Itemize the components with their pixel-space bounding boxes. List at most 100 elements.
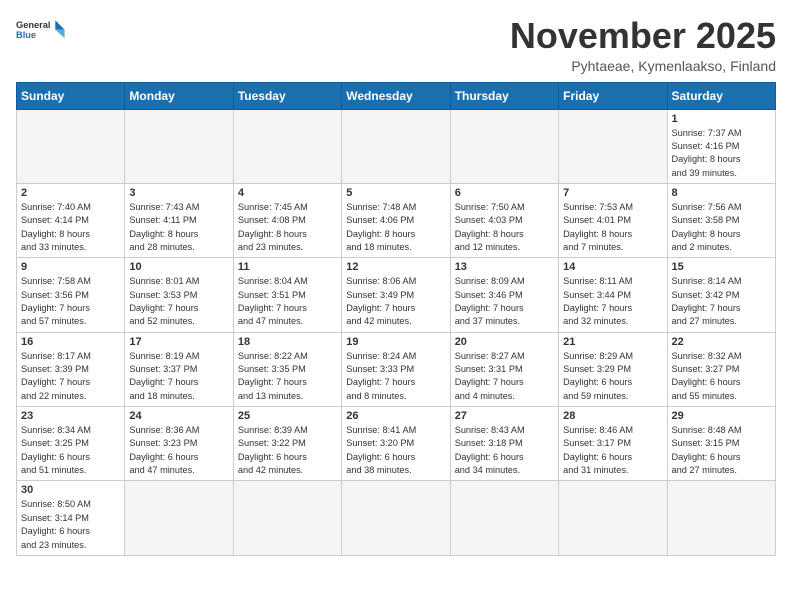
calendar-cell: 17 Sunrise: 8:19 AM Sunset: 3:37 PM Dayli… bbox=[125, 332, 233, 406]
calendar-cell: 8Sunrise: 7:56 AM Sunset: 3:58 PM Daylig… bbox=[667, 183, 775, 257]
calendar-week-row: 9 Sunrise: 7:58 AM Sunset: 3:56 PM Daylig… bbox=[17, 258, 776, 332]
day-number: 9 bbox=[21, 261, 120, 273]
calendar-table: SundayMondayTuesdayWednesdayThursdayFrid… bbox=[16, 82, 776, 556]
calendar-cell: 24Sunrise: 8:36 AM Sunset: 3:23 PM Dayli… bbox=[125, 407, 233, 481]
svg-text:General: General bbox=[16, 20, 51, 30]
day-number: 18 bbox=[238, 336, 337, 348]
calendar-cell: 9 Sunrise: 7:58 AM Sunset: 3:56 PM Daylig… bbox=[17, 258, 125, 332]
calendar-cell bbox=[667, 481, 775, 555]
day-info: Sunrise: 7:58 AM Sunset: 3:56 PM Dayligh… bbox=[21, 275, 120, 328]
day-info: Sunrise: 8:22 AM Sunset: 3:35 PM Dayligh… bbox=[238, 350, 337, 403]
calendar-cell: 11Sunrise: 8:04 AM Sunset: 3:51 PM Dayli… bbox=[233, 258, 341, 332]
day-number: 21 bbox=[563, 336, 662, 348]
calendar-week-row: 16 Sunrise: 8:17 AM Sunset: 3:39 PM Dayli… bbox=[17, 332, 776, 406]
calendar-cell: 12Sunrise: 8:06 AM Sunset: 3:49 PM Dayli… bbox=[342, 258, 450, 332]
day-number: 26 bbox=[346, 410, 445, 422]
day-info: Sunrise: 8:46 AM Sunset: 3:17 PM Dayligh… bbox=[563, 424, 662, 477]
calendar-cell: 1 Sunrise: 7:37 AM Sunset: 4:16 PM Daylig… bbox=[667, 109, 775, 183]
calendar-week-row: 1 Sunrise: 7:37 AM Sunset: 4:16 PM Daylig… bbox=[17, 109, 776, 183]
calendar-cell bbox=[559, 109, 667, 183]
location-title: Pyhtaeae, Kymenlaakso, Finland bbox=[510, 58, 776, 74]
calendar-cell: 16 Sunrise: 8:17 AM Sunset: 3:39 PM Dayli… bbox=[17, 332, 125, 406]
day-info: Sunrise: 7:56 AM Sunset: 3:58 PM Dayligh… bbox=[672, 201, 771, 254]
calendar-cell: 30Sunrise: 8:50 AM Sunset: 3:14 PM Dayli… bbox=[17, 481, 125, 555]
calendar-cell: 10 Sunrise: 8:01 AM Sunset: 3:53 PM Dayli… bbox=[125, 258, 233, 332]
calendar-cell bbox=[559, 481, 667, 555]
day-info: Sunrise: 7:50 AM Sunset: 4:03 PM Dayligh… bbox=[455, 201, 554, 254]
day-number: 2 bbox=[21, 187, 120, 199]
day-info: Sunrise: 8:32 AM Sunset: 3:27 PM Dayligh… bbox=[672, 350, 771, 403]
day-info: Sunrise: 8:01 AM Sunset: 3:53 PM Dayligh… bbox=[129, 275, 228, 328]
day-number: 14 bbox=[563, 261, 662, 273]
day-number: 27 bbox=[455, 410, 554, 422]
day-number: 4 bbox=[238, 187, 337, 199]
day-number: 7 bbox=[563, 187, 662, 199]
calendar-cell: 20 Sunrise: 8:27 AM Sunset: 3:31 PM Dayli… bbox=[450, 332, 558, 406]
day-info: Sunrise: 7:53 AM Sunset: 4:01 PM Dayligh… bbox=[563, 201, 662, 254]
day-info: Sunrise: 8:11 AM Sunset: 3:44 PM Dayligh… bbox=[563, 275, 662, 328]
weekday-header-monday: Monday bbox=[125, 82, 233, 109]
day-info: Sunrise: 8:41 AM Sunset: 3:20 PM Dayligh… bbox=[346, 424, 445, 477]
calendar-cell bbox=[450, 109, 558, 183]
calendar-cell: 19Sunrise: 8:24 AM Sunset: 3:33 PM Dayli… bbox=[342, 332, 450, 406]
day-number: 13 bbox=[455, 261, 554, 273]
calendar-week-row: 30Sunrise: 8:50 AM Sunset: 3:14 PM Dayli… bbox=[17, 481, 776, 555]
calendar-week-row: 2 Sunrise: 7:40 AM Sunset: 4:14 PM Daylig… bbox=[17, 183, 776, 257]
day-number: 17 bbox=[129, 336, 228, 348]
calendar-cell: 28 Sunrise: 8:46 AM Sunset: 3:17 PM Dayli… bbox=[559, 407, 667, 481]
day-info: Sunrise: 8:36 AM Sunset: 3:23 PM Dayligh… bbox=[129, 424, 228, 477]
calendar-cell: 18 Sunrise: 8:22 AM Sunset: 3:35 PM Dayli… bbox=[233, 332, 341, 406]
calendar-cell bbox=[342, 109, 450, 183]
weekday-header-thursday: Thursday bbox=[450, 82, 558, 109]
day-info: Sunrise: 8:17 AM Sunset: 3:39 PM Dayligh… bbox=[21, 350, 120, 403]
day-number: 1 bbox=[672, 113, 771, 125]
day-number: 20 bbox=[455, 336, 554, 348]
day-info: Sunrise: 8:39 AM Sunset: 3:22 PM Dayligh… bbox=[238, 424, 337, 477]
day-number: 16 bbox=[21, 336, 120, 348]
day-number: 23 bbox=[21, 410, 120, 422]
calendar-cell bbox=[17, 109, 125, 183]
calendar-cell: 29 Sunrise: 8:48 AM Sunset: 3:15 PM Dayli… bbox=[667, 407, 775, 481]
day-info: Sunrise: 7:43 AM Sunset: 4:11 PM Dayligh… bbox=[129, 201, 228, 254]
page-header: General Blue November 2025 Pyhtaeae, Kym… bbox=[16, 16, 776, 74]
month-title: November 2025 bbox=[510, 16, 776, 56]
day-info: Sunrise: 8:43 AM Sunset: 3:18 PM Dayligh… bbox=[455, 424, 554, 477]
day-info: Sunrise: 8:19 AM Sunset: 3:37 PM Dayligh… bbox=[129, 350, 228, 403]
day-info: Sunrise: 7:37 AM Sunset: 4:16 PM Dayligh… bbox=[672, 127, 771, 180]
day-info: Sunrise: 7:40 AM Sunset: 4:14 PM Dayligh… bbox=[21, 201, 120, 254]
calendar-cell: 23 Sunrise: 8:34 AM Sunset: 3:25 PM Dayli… bbox=[17, 407, 125, 481]
calendar-cell bbox=[233, 481, 341, 555]
day-number: 15 bbox=[672, 261, 771, 273]
calendar-cell: 22Sunrise: 8:32 AM Sunset: 3:27 PM Dayli… bbox=[667, 332, 775, 406]
day-number: 11 bbox=[238, 261, 337, 273]
day-number: 28 bbox=[563, 410, 662, 422]
calendar-cell bbox=[342, 481, 450, 555]
calendar-cell: 4Sunrise: 7:45 AM Sunset: 4:08 PM Daylig… bbox=[233, 183, 341, 257]
calendar-cell: 14 Sunrise: 8:11 AM Sunset: 3:44 PM Dayli… bbox=[559, 258, 667, 332]
day-number: 5 bbox=[346, 187, 445, 199]
day-info: Sunrise: 8:48 AM Sunset: 3:15 PM Dayligh… bbox=[672, 424, 771, 477]
calendar-cell: 7 Sunrise: 7:53 AM Sunset: 4:01 PM Daylig… bbox=[559, 183, 667, 257]
day-info: Sunrise: 8:27 AM Sunset: 3:31 PM Dayligh… bbox=[455, 350, 554, 403]
day-number: 10 bbox=[129, 261, 228, 273]
svg-text:Blue: Blue bbox=[16, 30, 36, 40]
weekday-header-saturday: Saturday bbox=[667, 82, 775, 109]
calendar-cell bbox=[233, 109, 341, 183]
calendar-cell: 13Sunrise: 8:09 AM Sunset: 3:46 PM Dayli… bbox=[450, 258, 558, 332]
day-number: 3 bbox=[129, 187, 228, 199]
weekday-header-wednesday: Wednesday bbox=[342, 82, 450, 109]
day-info: Sunrise: 7:48 AM Sunset: 4:06 PM Dayligh… bbox=[346, 201, 445, 254]
day-number: 19 bbox=[346, 336, 445, 348]
day-info: Sunrise: 8:34 AM Sunset: 3:25 PM Dayligh… bbox=[21, 424, 120, 477]
calendar-cell: 25Sunrise: 8:39 AM Sunset: 3:22 PM Dayli… bbox=[233, 407, 341, 481]
day-number: 12 bbox=[346, 261, 445, 273]
calendar-cell: 2 Sunrise: 7:40 AM Sunset: 4:14 PM Daylig… bbox=[17, 183, 125, 257]
calendar-cell: 26 Sunrise: 8:41 AM Sunset: 3:20 PM Dayli… bbox=[342, 407, 450, 481]
day-number: 29 bbox=[672, 410, 771, 422]
calendar-cell: 27 Sunrise: 8:43 AM Sunset: 3:18 PM Dayli… bbox=[450, 407, 558, 481]
weekday-header-tuesday: Tuesday bbox=[233, 82, 341, 109]
day-number: 6 bbox=[455, 187, 554, 199]
weekday-header-row: SundayMondayTuesdayWednesdayThursdayFrid… bbox=[17, 82, 776, 109]
calendar-week-row: 23 Sunrise: 8:34 AM Sunset: 3:25 PM Dayli… bbox=[17, 407, 776, 481]
calendar-cell: 6 Sunrise: 7:50 AM Sunset: 4:03 PM Daylig… bbox=[450, 183, 558, 257]
